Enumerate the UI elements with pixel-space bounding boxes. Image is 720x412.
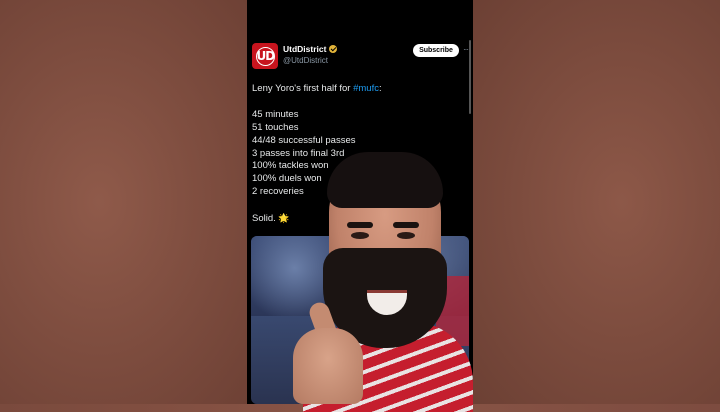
handle[interactable]: @UtdDistrict xyxy=(283,56,328,65)
stat-line: 45 minutes xyxy=(252,108,299,120)
blurred-background-left xyxy=(0,0,247,404)
hand xyxy=(293,328,363,404)
stat-line: 44/48 successful passes xyxy=(252,134,356,146)
eye-right xyxy=(397,232,415,239)
more-options-icon[interactable]: ··· xyxy=(463,45,469,54)
subscribe-button[interactable]: Subscribe xyxy=(413,44,459,57)
intro-suffix: : xyxy=(378,83,382,94)
tweet-header: UD UtdDistrict @UtdDistrict Subscribe ··… xyxy=(252,43,469,69)
hair xyxy=(327,152,443,208)
facecam-person xyxy=(293,152,475,412)
display-name[interactable]: UtdDistrict xyxy=(283,44,326,54)
name-line: UtdDistrict xyxy=(283,44,338,54)
verified-badge-icon xyxy=(329,45,338,53)
eye-left xyxy=(351,232,369,239)
intro-line: Leny Yoro's first half for #mufc: xyxy=(252,83,462,96)
sparkle-icon: 🌟 xyxy=(278,213,290,224)
stat-line: 51 touches xyxy=(252,121,299,133)
eyebrow-right xyxy=(393,222,419,228)
avatar-logo: UD xyxy=(255,46,275,66)
scrollbar[interactable] xyxy=(469,40,471,114)
hashtag-link[interactable]: #mufc xyxy=(353,83,379,94)
blurred-background-right xyxy=(473,0,720,404)
closing-text: Solid. xyxy=(252,213,279,225)
avatar[interactable]: UD xyxy=(252,43,278,69)
eyebrow-left xyxy=(347,222,373,228)
intro-prefix: Leny Yoro's first half for xyxy=(252,83,354,94)
